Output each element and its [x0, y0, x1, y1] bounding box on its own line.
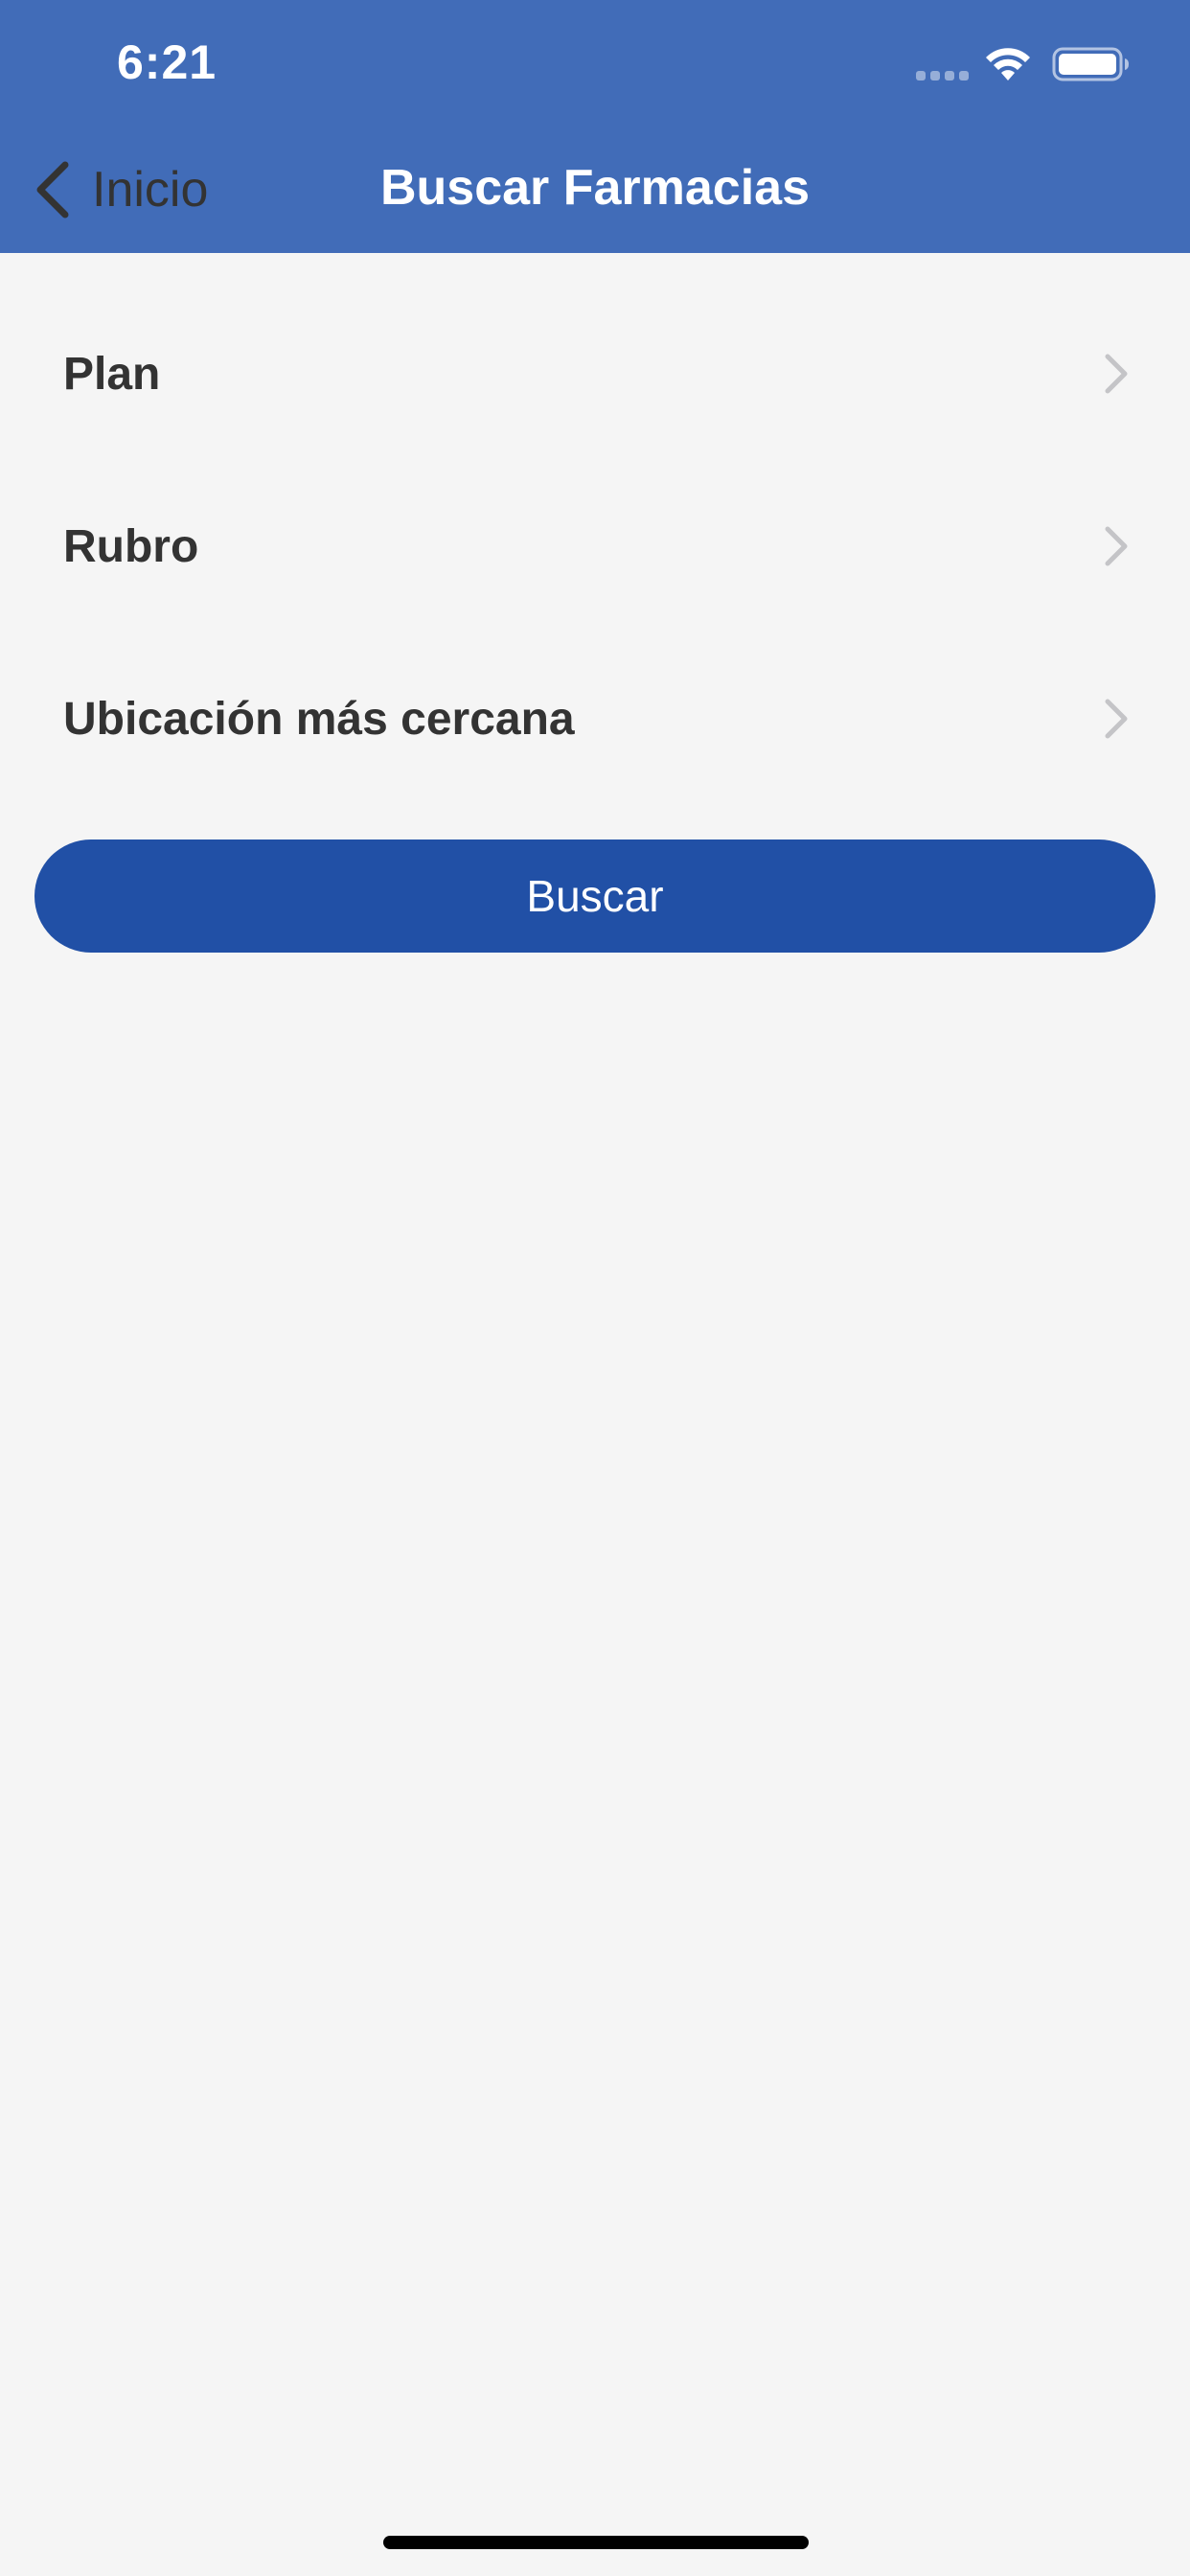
list-item-ubicacion[interactable]: Ubicación más cercana — [0, 632, 1190, 805]
list-item-label: Plan — [63, 348, 161, 400]
list-item-rubro[interactable]: Rubro — [0, 460, 1190, 632]
search-button[interactable]: Buscar — [34, 840, 1156, 953]
page-title-text: Buscar Farmacias — [379, 160, 811, 216]
page-title: Buscar Farmacias — [0, 159, 1190, 217]
chevron-right-icon — [1105, 526, 1128, 566]
battery-icon — [1052, 47, 1129, 81]
chevron-right-icon — [1105, 354, 1128, 394]
list-item-label: Rubro — [63, 520, 199, 572]
signal-dots-icon — [916, 71, 969, 80]
navigation-header: 6:21 Inicio Buscar Farmacias — [0, 0, 1190, 253]
status-bar-time: 6:21 — [117, 35, 217, 89]
home-indicator[interactable] — [383, 2536, 809, 2549]
wifi-icon — [986, 48, 1030, 80]
filter-list: Plan Rubro Ubicación más cercana — [0, 288, 1190, 805]
list-item-label: Ubicación más cercana — [63, 693, 575, 745]
chevron-right-icon — [1105, 699, 1128, 739]
list-item-plan[interactable]: Plan — [0, 288, 1190, 460]
